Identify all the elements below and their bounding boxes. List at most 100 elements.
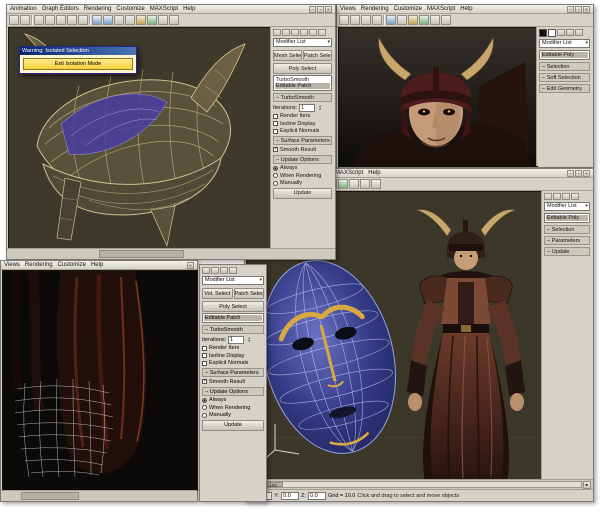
modifier-list-dropdown[interactable]: Modifier List [202,276,264,285]
snap-icon[interactable] [386,15,396,25]
spinner-down-icon[interactable]: ▾ [317,108,323,111]
toolbar-icon[interactable] [430,15,440,25]
create-tab-icon[interactable] [273,29,281,36]
poly-select-button[interactable]: Poly Select [273,63,332,74]
menu-help[interactable]: Help [368,170,380,176]
rollout-update-options[interactable]: Update Options [273,155,332,164]
toolbar-icon[interactable] [360,179,370,189]
horizontal-scrollbar[interactable] [7,248,335,259]
explicit-normals-checkbox[interactable] [202,361,207,366]
rollout-update[interactable]: Update [544,247,590,256]
rotate-icon[interactable] [361,15,371,25]
close-icon[interactable]: × [583,6,590,13]
smooth-result-checkbox[interactable] [202,379,207,384]
rollout-selection[interactable]: Selection [544,225,590,234]
rollout-update-options[interactable]: Update Options [202,387,264,396]
undo-icon[interactable] [9,15,19,25]
iterations-field[interactable]: 1 [228,336,244,344]
rollout-edit-geometry[interactable]: Edit Geometry [539,84,590,93]
move-icon[interactable] [56,15,66,25]
z-coordinate-field[interactable]: 0.0 [308,492,326,500]
viewport-head[interactable] [338,27,538,167]
isoline-display-checkbox[interactable] [202,353,207,358]
toolbar-icon[interactable] [158,15,168,25]
display-tab-icon[interactable] [309,29,317,36]
menu-views[interactable]: Views [4,262,20,268]
menu-help[interactable]: Help [183,6,195,12]
render-iters-checkbox[interactable] [202,346,207,351]
scale-icon[interactable] [78,15,88,25]
snap-icon[interactable] [92,15,102,25]
menu-maxscript[interactable]: MAXScript [335,170,363,176]
patch-select-button[interactable]: Patch Select [303,50,332,61]
menu-customize[interactable]: Customize [58,262,86,268]
menu-views[interactable]: Views [340,6,356,12]
update-button[interactable]: Update [273,188,332,199]
modifier-list-dropdown[interactable]: Modifier List [273,38,332,47]
stack-item-editable-poly[interactable]: Editable Poly [546,215,588,221]
manually-radio[interactable] [202,413,207,418]
isoline-display-checkbox[interactable] [273,121,278,126]
stack-item-editable-patch[interactable]: Editable Patch [275,83,330,89]
iterations-spinner[interactable]: ▴ ▾ [246,337,252,343]
iterations-field[interactable]: 1 [299,104,315,112]
always-radio[interactable] [202,398,207,403]
stack-item-editable-patch[interactable]: Editable Patch [204,315,262,321]
smooth-result-checkbox[interactable] [273,147,278,152]
display-tab-icon[interactable] [220,267,228,274]
scrollbar-thumb[interactable] [21,492,80,500]
menu-rendering[interactable]: Rendering [25,262,53,268]
mirror-icon[interactable] [397,15,407,25]
toolbar-icon[interactable] [169,15,179,25]
update-button[interactable]: Update [202,420,264,431]
when-rendering-radio[interactable] [273,173,278,178]
black-swatch[interactable] [539,29,547,37]
maximize-icon[interactable]: ▫ [575,170,582,177]
utilities-tab-icon[interactable] [318,29,326,36]
toolbar-icon[interactable] [349,179,359,189]
exit-isolation-button[interactable]: Exit Isolation Mode [23,58,133,70]
mesh-select-button[interactable]: Mesh Select [273,50,302,61]
rollout-soft-selection[interactable]: Soft Selection [539,73,590,82]
rollout-parameters[interactable]: Parameters [544,236,590,245]
utilities-tab-icon[interactable] [229,267,237,274]
select-icon[interactable] [34,15,44,25]
close-icon[interactable]: × [187,262,194,269]
menu-rendering[interactable]: Rendering [361,6,389,12]
select-icon[interactable] [339,15,349,25]
align-icon[interactable] [125,15,135,25]
create-tab-icon[interactable] [544,193,552,200]
rollout-selection[interactable]: Selection [539,62,590,71]
modify-tab-icon[interactable] [566,29,574,36]
always-radio[interactable] [273,166,278,171]
horizontal-scrollbar[interactable] [1,490,197,501]
create-tab-icon[interactable] [202,267,210,274]
angle-snap-icon[interactable] [103,15,113,25]
material-editor-icon[interactable] [408,15,418,25]
render-icon[interactable] [338,179,348,189]
patch-select-button[interactable]: Patch Select [234,288,265,299]
mirror-icon[interactable] [114,15,124,25]
close-icon[interactable]: × [325,6,332,13]
rollout-surface-parameters[interactable]: Surface Parameters [273,136,332,145]
timeline-track[interactable]: 0 / 100 [256,481,582,488]
poly-select-button[interactable]: Poly Select [202,301,264,312]
render-icon[interactable] [147,15,157,25]
create-tab-icon[interactable] [557,29,565,36]
rollout-turbosmooth[interactable]: TurboSmooth [202,325,264,334]
iterations-spinner[interactable]: ▴ ▾ [317,105,323,111]
display-tab-icon[interactable] [571,193,579,200]
rotate-icon[interactable] [67,15,77,25]
render-iters-checkbox[interactable] [273,114,278,119]
material-editor-icon[interactable] [136,15,146,25]
modifier-list-dropdown[interactable]: Modifier List [544,202,590,211]
maximize-icon[interactable]: ▫ [575,6,582,13]
move-icon[interactable] [350,15,360,25]
menu-customize[interactable]: Customize [116,6,144,12]
toolbar-icon[interactable] [441,15,451,25]
minimize-icon[interactable]: – [567,6,574,13]
modify-tab-icon[interactable] [553,193,561,200]
menu-help[interactable]: Help [460,6,472,12]
maximize-icon[interactable]: ▫ [317,6,324,13]
modify-tab-icon[interactable] [211,267,219,274]
